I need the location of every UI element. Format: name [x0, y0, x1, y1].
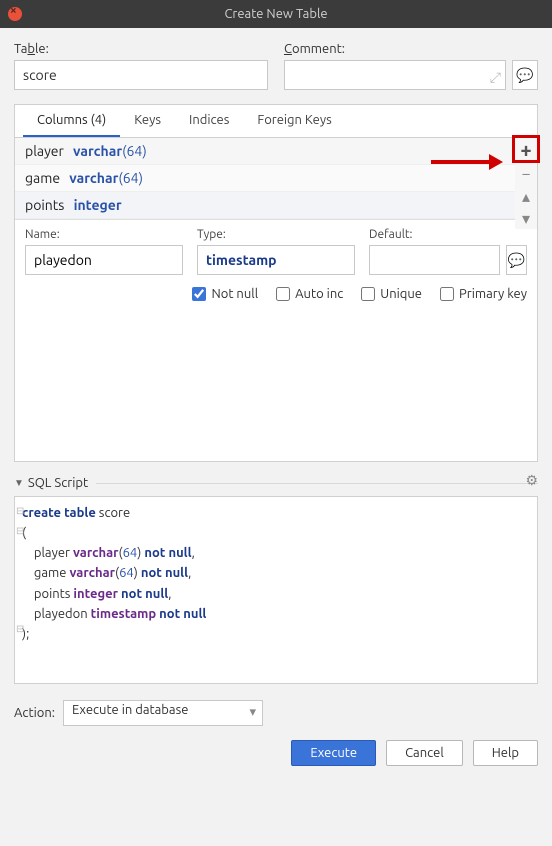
tab-columns[interactable]: Columns (4) — [23, 105, 120, 137]
comment-dialog-button[interactable]: 💬 — [512, 60, 538, 90]
add-column-button[interactable]: + — [512, 135, 540, 163]
tab-foreign-keys[interactable]: Foreign Keys — [243, 105, 345, 137]
unique-checkbox[interactable]: Unique — [361, 287, 422, 301]
notnull-checkbox[interactable]: Not null — [192, 287, 258, 301]
column-type: varchar — [69, 170, 118, 186]
empty-area — [15, 311, 537, 461]
column-name: player — [25, 143, 64, 159]
column-list: player varchar(64) game varchar(64) poin… — [15, 138, 537, 219]
column-type: varchar — [73, 143, 122, 159]
speech-bubble-icon: 💬 — [508, 252, 525, 269]
tabs: Columns (4) Keys Indices Foreign Keys — [15, 105, 537, 138]
column-name-input[interactable] — [25, 245, 183, 275]
table-label: Table: — [14, 42, 268, 56]
column-row[interactable]: points integer — [15, 192, 537, 219]
collapse-toggle[interactable]: ▼ — [14, 477, 24, 489]
column-type: integer — [74, 197, 122, 213]
fold-icon: ⊟ — [16, 523, 24, 539]
column-type-input[interactable] — [197, 245, 355, 275]
execute-button[interactable]: Execute — [291, 740, 376, 766]
settings-button[interactable]: ⚙ — [525, 472, 538, 489]
window-title: Create New Table — [224, 7, 327, 21]
help-button[interactable]: Help — [473, 740, 538, 766]
type-label: Type: — [197, 228, 355, 241]
fold-icon: ⊟ — [16, 503, 24, 519]
column-name: points — [25, 197, 64, 213]
primarykey-checkbox[interactable]: Primary key — [440, 287, 527, 301]
speech-bubble-icon: 💬 — [516, 67, 533, 84]
column-name: game — [25, 170, 60, 186]
tab-keys[interactable]: Keys — [120, 105, 175, 137]
fold-icon: ⊟ — [16, 621, 24, 637]
autoinc-checkbox[interactable]: Auto inc — [276, 287, 343, 301]
comment-input[interactable]: ⤢ — [284, 60, 506, 90]
column-size: 64 — [123, 170, 139, 186]
gear-icon: ⚙ — [525, 472, 538, 488]
default-dialog-button[interactable]: 💬 — [506, 245, 527, 275]
window-close-button[interactable] — [8, 7, 22, 21]
comment-label: Comment: — [284, 42, 538, 56]
column-size: 64 — [127, 143, 143, 159]
sql-script-label: SQL Script — [28, 476, 88, 490]
name-label: Name: — [25, 228, 183, 241]
expand-icon: ⤢ — [490, 69, 501, 86]
column-default-input[interactable] — [369, 245, 500, 275]
move-down-button[interactable]: ▾ — [515, 207, 537, 229]
sql-editor[interactable]: ⊟ ⊟ ⊟ create table score ( player varcha… — [14, 496, 538, 684]
cancel-button[interactable]: Cancel — [386, 740, 463, 766]
column-row[interactable]: player varchar(64) — [15, 138, 537, 165]
move-up-button[interactable]: ▴ — [515, 185, 537, 207]
action-select[interactable]: Execute in database — [63, 700, 263, 726]
tab-indices[interactable]: Indices — [175, 105, 243, 137]
action-label: Action: — [14, 706, 55, 720]
remove-column-button[interactable]: − — [515, 163, 537, 185]
table-name-input[interactable] — [14, 60, 268, 90]
default-label: Default: — [369, 228, 527, 241]
column-row[interactable]: game varchar(64) — [15, 165, 537, 192]
